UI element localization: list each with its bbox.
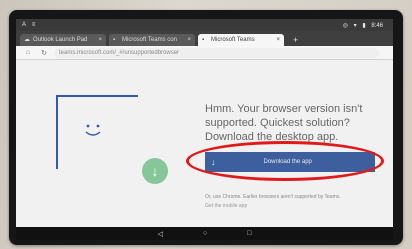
url-text: teams.microsoft.com/_#/unsupportedbrowse… <box>59 49 180 56</box>
new-tab-button[interactable]: + <box>287 35 304 46</box>
download-arrow-icon: ↓ <box>142 158 168 184</box>
location-icon: ◎ <box>342 22 348 29</box>
browser-note: Or, use Chrome. Earlier browsers aren't … <box>205 194 341 200</box>
notification-icon: A <box>22 22 27 28</box>
back-icon[interactable]: ◁ <box>158 230 163 238</box>
tab-microsoft-teams[interactable]: ▪ Microsoft Teams × <box>198 34 284 46</box>
headline-line: supported. Quickest solution? <box>205 117 350 129</box>
wifi-icon: ▾ <box>353 22 357 29</box>
status-right: ◎ ▾ ▮ 8:46 <box>343 22 387 29</box>
close-icon[interactable]: × <box>273 37 280 43</box>
tab-label: Microsoft Teams con <box>122 37 177 43</box>
notification-icon: ≡ <box>31 22 36 28</box>
address-bar[interactable]: teams.microsoft.com/_#/unsupportedbrowse… <box>54 47 379 58</box>
status-left: A ≡ <box>22 22 39 28</box>
mobile-app-link[interactable]: Get the mobile app <box>205 203 375 209</box>
browser-toolbar: ⌂ ↻ teams.microsoft.com/_#/unsupportedbr… <box>16 46 393 60</box>
headline-line: Hmm. Your browser version isn't <box>205 103 363 115</box>
tab-outlook-launch-pad[interactable]: ☁ Outlook Launch Pad × <box>20 34 106 46</box>
android-nav-bar: ◁ ○ □ <box>16 227 393 240</box>
battery-icon: ▮ <box>362 22 366 29</box>
tab-label: Outlook Launch Pad <box>33 37 88 43</box>
tab-strip: ☁ Outlook Launch Pad × ▪ Microsoft Teams… <box>16 31 393 46</box>
close-icon[interactable]: × <box>95 37 102 43</box>
home-circle-icon[interactable]: ○ <box>203 230 207 237</box>
home-icon[interactable]: ⌂ <box>22 49 34 56</box>
status-time: 8:46 <box>371 22 383 29</box>
tab-microsoft-teams-con[interactable]: ▪ Microsoft Teams con × <box>109 34 195 46</box>
smiley-illustration <box>82 122 110 140</box>
close-icon[interactable]: × <box>184 37 191 43</box>
ms-icon: ▪ <box>113 37 116 43</box>
cloud-icon: ☁ <box>24 37 30 43</box>
red-highlight-circle <box>186 141 384 181</box>
status-bar: A ≡ ◎ ▾ ▮ 8:46 <box>16 19 393 31</box>
tab-label: Microsoft Teams <box>211 37 255 43</box>
unsupported-browser-message: Hmm. Your browser version isn't supporte… <box>205 102 380 144</box>
recents-icon[interactable]: □ <box>247 230 251 237</box>
ms-icon: ▪ <box>202 37 205 43</box>
reload-icon[interactable]: ↻ <box>38 49 50 57</box>
